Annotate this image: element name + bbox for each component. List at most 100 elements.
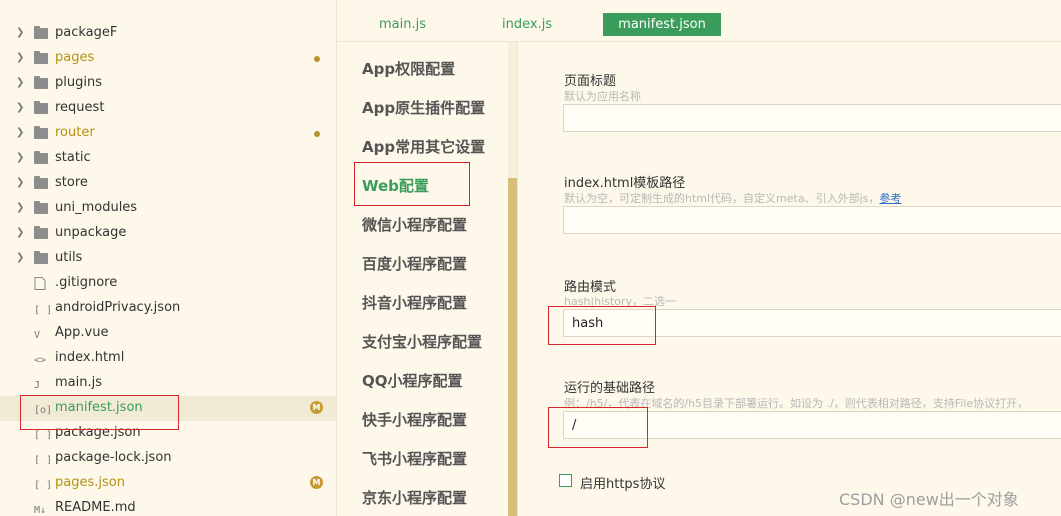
chevron-right-icon[interactable]: ❯ [16,53,26,63]
js-file-icon: J [34,380,41,391]
nav-qq-mp[interactable]: QQ小程序配置 [362,370,463,391]
chevron-right-icon[interactable]: ❯ [16,178,26,188]
chevron-right-icon[interactable]: ❯ [16,78,26,88]
file-icon [34,277,48,290]
chevron-right-icon[interactable]: ❯ [16,128,26,138]
tree-item-label: unpackage [55,225,127,240]
template-path-label: index.html模板路径 [564,176,686,191]
folder-icon [34,201,48,214]
tree-item-label: README.md [55,500,136,515]
tree-item-label: pages.json [55,475,125,490]
tree-item-packageF[interactable]: ❯ packageF [0,21,336,46]
tree-item-label: static [55,150,91,165]
tree-item-app-vue[interactable]: V App.vue [0,321,336,346]
chevron-right-icon[interactable]: ❯ [16,253,26,263]
tree-item-unpackage[interactable]: ❯ unpackage [0,221,336,246]
file-explorer: ❯ packageF ❯ pages ❯ plugins ❯ request ❯… [0,0,337,516]
page-title-hint: 默认为应用名称 [564,90,641,103]
nav-app-other-settings[interactable]: App常用其它设置 [362,136,485,157]
tree-item-label: request [55,100,105,115]
modified-dot [314,131,320,137]
tab-index-js[interactable]: index.js [490,13,564,36]
editor-tab-bar: main.js index.js manifest.json [337,0,1061,42]
nav-jd-mp[interactable]: 京东小程序配置 [362,487,467,508]
json-file-icon: [ ] [34,480,53,491]
scrollbar-thumb[interactable] [508,178,517,516]
watermark: CSDN @new出一个对象 [839,490,1019,509]
tab-main-js[interactable]: main.js [367,13,438,36]
markdown-file-icon: M↓ [34,505,47,516]
manifest-settings-nav: App权限配置 App原生插件配置 App常用其它设置 Web配置 微信小程序配… [337,42,517,516]
tree-item-label: utils [55,250,83,265]
tree-item-label: manifest.json [55,400,143,415]
tree-item-pages-json[interactable]: [ ] pages.json M [0,471,336,496]
folder-icon [34,226,48,239]
page-title-input[interactable] [563,104,1061,132]
tree-item-index-html[interactable]: <> index.html [0,346,336,371]
tree-item-label: packageF [55,25,118,40]
tab-manifest-json[interactable]: manifest.json [603,13,721,36]
tree-item-store[interactable]: ❯ store [0,171,336,196]
json-file-icon: [ ] [34,430,53,441]
nav-app-native-plugins[interactable]: App原生插件配置 [362,97,485,118]
tree-item-readme-md[interactable]: M↓ README.md [0,496,336,516]
tree-item-package-json[interactable]: [ ] package.json [0,421,336,446]
tree-item-androidprivacy-json[interactable]: [ ] androidPrivacy.json [0,296,336,321]
vue-file-icon: V [34,330,41,341]
template-path-input[interactable] [563,206,1061,234]
tree-item-gitignore[interactable]: .gitignore [0,271,336,296]
https-checkbox-label: 启用https协议 [580,477,666,492]
tree-item-label: store [55,175,88,190]
tree-item-pages[interactable]: ❯ pages [0,46,336,71]
folder-icon [34,26,48,39]
tree-item-label: package-lock.json [55,450,172,465]
nav-web-config[interactable]: Web配置 [362,175,429,196]
tree-item-label: package.json [55,425,141,440]
tree-item-label: App.vue [55,325,109,340]
reference-link[interactable]: 参考 [879,192,901,205]
chevron-right-icon[interactable]: ❯ [16,28,26,38]
tree-item-package-lock-json[interactable]: [ ] package-lock.json [0,446,336,471]
base-path-label: 运行的基础路径 [564,381,656,396]
chevron-right-icon[interactable]: ❯ [16,103,26,113]
tree-item-label: plugins [55,75,102,90]
router-mode-hint: hash|history，二选一 [564,295,676,308]
folder-icon [34,251,48,264]
nav-alipay-mp[interactable]: 支付宝小程序配置 [362,331,482,352]
nav-baidu-mp[interactable]: 百度小程序配置 [362,253,467,274]
json-file-icon: [ ] [34,305,53,316]
chevron-right-icon[interactable]: ❯ [16,228,26,238]
folder-icon [34,151,48,164]
tree-item-main-js[interactable]: J main.js [0,371,336,396]
tree-item-label: main.js [55,375,102,390]
https-checkbox[interactable] [559,474,572,487]
router-mode-input[interactable] [563,309,1061,337]
base-path-input[interactable] [563,411,1061,439]
tree-item-label: index.html [55,350,125,365]
folder-icon [34,101,48,114]
app-window: ❯ packageF ❯ pages ❯ plugins ❯ request ❯… [0,0,1061,516]
chevron-right-icon[interactable]: ❯ [16,153,26,163]
tree-item-label: .gitignore [55,275,118,290]
modified-dot [314,56,320,62]
nav-wechat-mp[interactable]: 微信小程序配置 [362,214,467,235]
tree-item-static[interactable]: ❯ static [0,146,336,171]
tree-item-utils[interactable]: ❯ utils [0,246,336,271]
web-config-form: 页面标题 默认为应用名称 index.html模板路径 默认为空，可定制生成的h… [517,42,1061,516]
tree-item-request[interactable]: ❯ request [0,96,336,121]
chevron-right-icon[interactable]: ❯ [16,203,26,213]
tree-item-manifest-json[interactable]: [o] manifest.json M [0,396,336,421]
tree-item-uni-modules[interactable]: ❯ uni_modules [0,196,336,221]
html-file-icon: <> [34,355,47,366]
tree-item-plugins[interactable]: ❯ plugins [0,71,336,96]
template-path-hint: 默认为空，可定制生成的html代码，自定义meta、引入外部js，参考 [564,192,902,205]
tree-item-label: pages [55,50,95,65]
nav-douyin-mp[interactable]: 抖音小程序配置 [362,292,467,313]
tree-item-router[interactable]: ❯ router [0,121,336,146]
folder-icon [34,51,48,64]
nav-kuaishou-mp[interactable]: 快手小程序配置 [362,409,467,430]
nav-feishu-mp[interactable]: 飞书小程序配置 [362,448,467,469]
nav-app-permissions[interactable]: App权限配置 [362,58,455,79]
json-file-icon: [ ] [34,455,53,466]
tree-item-label: androidPrivacy.json [55,300,181,315]
